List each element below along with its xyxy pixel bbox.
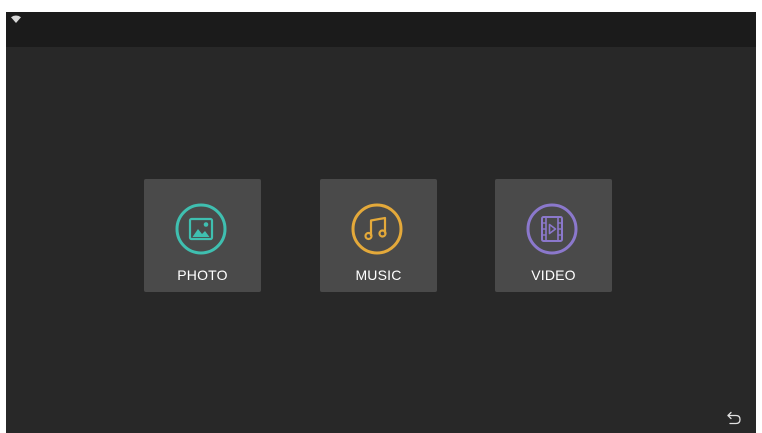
back-arrow-icon[interactable] [726, 411, 742, 425]
film-play-icon [526, 203, 578, 255]
status-bar [6, 12, 756, 47]
video-tile[interactable]: VIDEO [495, 179, 612, 292]
photo-tile[interactable]: PHOTO [144, 179, 261, 292]
music-label: MUSIC [355, 267, 402, 283]
media-home-screen: PHOTO MUSIC VIDEO [6, 12, 756, 433]
music-note-icon [351, 203, 403, 255]
photo-label: PHOTO [177, 267, 228, 283]
video-label: VIDEO [531, 267, 576, 283]
music-tile[interactable]: MUSIC [320, 179, 437, 292]
image-icon [175, 203, 227, 255]
wifi-icon [11, 15, 21, 23]
